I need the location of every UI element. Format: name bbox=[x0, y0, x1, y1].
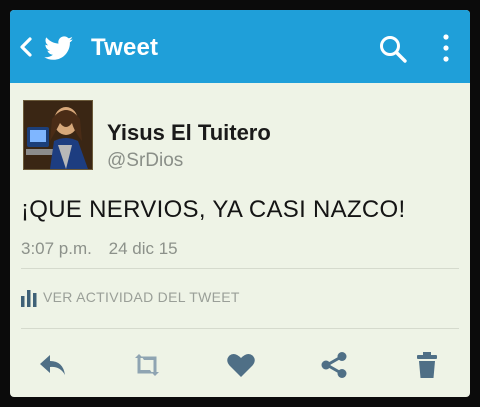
twitter-bird-icon bbox=[44, 36, 73, 60]
more-vertical-icon[interactable] bbox=[442, 32, 450, 64]
author-display-name[interactable]: Yisus El Tuitero bbox=[107, 120, 271, 146]
retweet-icon bbox=[135, 354, 159, 376]
tweet-time: 3:07 p.m. bbox=[21, 239, 92, 258]
retweet-button[interactable] bbox=[127, 345, 167, 385]
like-button[interactable] bbox=[221, 345, 261, 385]
reply-button[interactable] bbox=[33, 345, 73, 385]
app-header: Tweet bbox=[10, 10, 470, 83]
reply-icon bbox=[40, 355, 65, 375]
tweet-timestamp: 3:07 p.m. 24 dic 15 bbox=[21, 239, 178, 259]
tweet-action-bar bbox=[10, 345, 470, 385]
share-icon bbox=[321, 352, 347, 378]
divider bbox=[21, 328, 459, 329]
delete-icon bbox=[417, 352, 437, 378]
share-button[interactable] bbox=[314, 345, 354, 385]
delete-button[interactable] bbox=[407, 345, 447, 385]
avatar-image bbox=[24, 101, 92, 169]
header-title: Tweet bbox=[91, 34, 159, 61]
author-handle[interactable]: @SrDios bbox=[107, 150, 183, 172]
search-icon[interactable] bbox=[378, 34, 408, 64]
tweet-text: ¡QUE NERVIOS, YA CASI NAZCO! bbox=[21, 196, 406, 223]
like-icon bbox=[227, 353, 255, 377]
tweet-detail-screen: Tweet Yisus El Tuitero @SrDios ¡QUE NERV… bbox=[10, 10, 470, 397]
view-activity-label: VER ACTIVIDAD DEL TWEET bbox=[43, 289, 240, 305]
divider bbox=[21, 268, 459, 269]
bar-chart-icon bbox=[21, 290, 37, 307]
avatar[interactable] bbox=[23, 100, 93, 170]
back-chevron-icon[interactable] bbox=[18, 36, 34, 58]
tweet-date: 24 dic 15 bbox=[108, 239, 178, 258]
view-activity-link[interactable]: VER ACTIVIDAD DEL TWEET bbox=[21, 286, 240, 308]
